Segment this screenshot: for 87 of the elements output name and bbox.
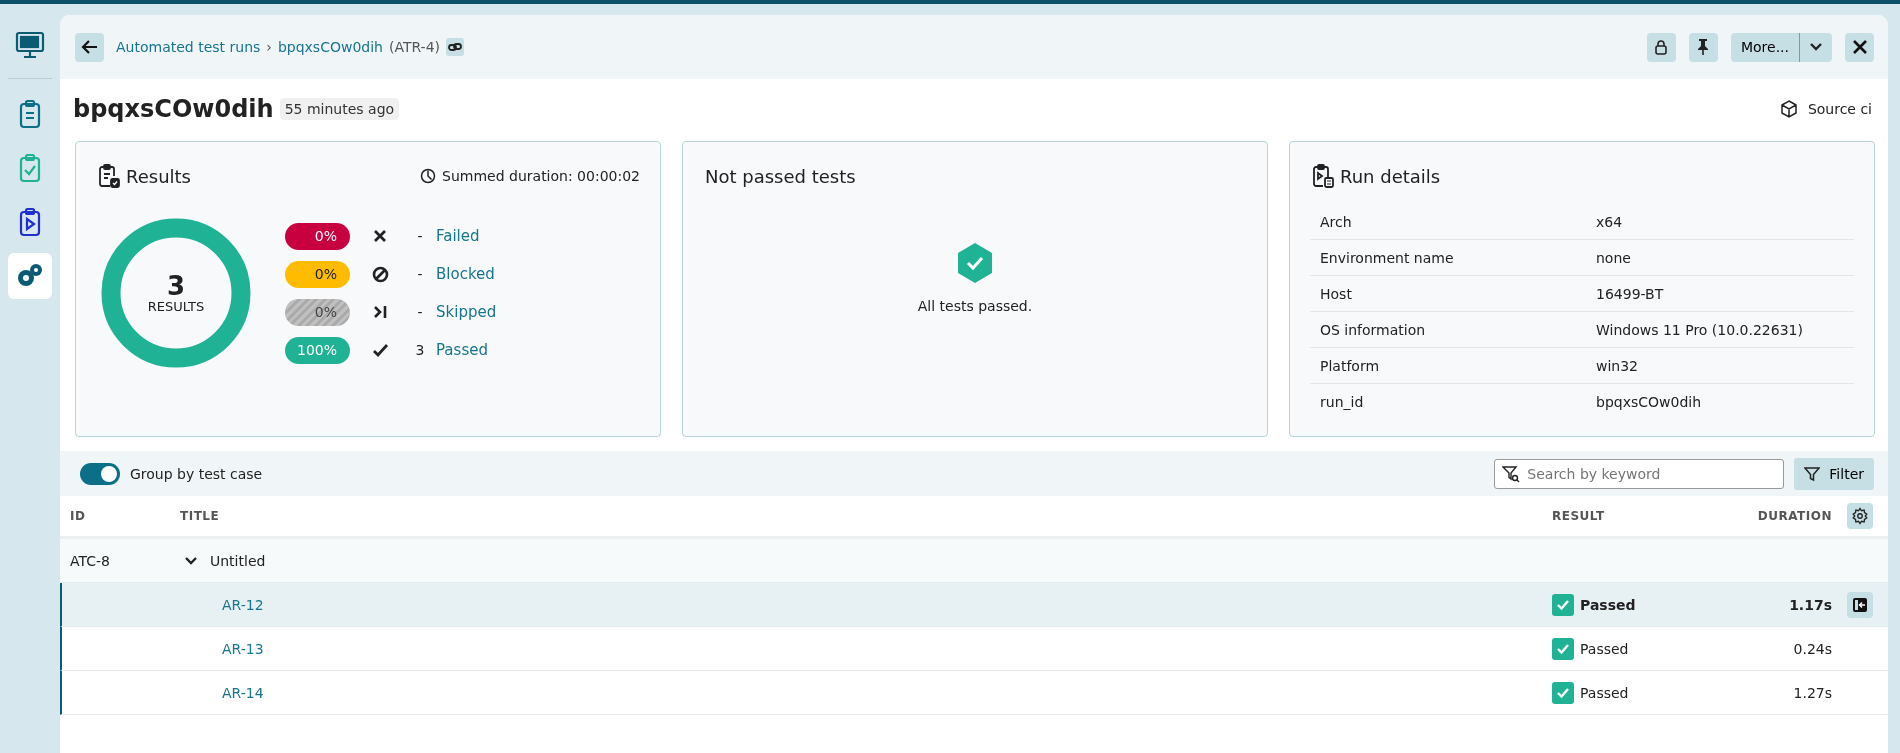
legend-count: - xyxy=(416,304,424,320)
test-link[interactable]: AR-14 xyxy=(222,684,264,701)
detail-value: Windows 11 Pro (10.0.22631) xyxy=(1596,321,1803,338)
duration-cell-text: 1.17s xyxy=(1788,596,1832,613)
close-button[interactable] xyxy=(1845,32,1874,62)
result-total-label: RESULTS xyxy=(147,298,205,314)
table-cell-text: ATC-8 xyxy=(69,552,111,569)
result-total: 3 xyxy=(166,272,186,299)
detail-value: none xyxy=(1596,249,1631,266)
legend-link[interactable]: Blocked xyxy=(436,265,495,283)
legend-link[interactable]: Passed xyxy=(436,341,488,359)
detail-key: Environment name xyxy=(1320,249,1596,266)
link-icon[interactable] xyxy=(446,38,465,56)
detail-value: 16499-BT xyxy=(1596,285,1664,302)
table-row[interactable]: AR-14 Passed 1.27s xyxy=(60,671,1888,715)
breadcrumb-link[interactable]: bpqxsCOw0dih xyxy=(277,39,383,55)
hexagon-check-icon xyxy=(956,242,994,284)
result-status: Passed xyxy=(1580,640,1629,657)
chevron-down-icon[interactable] xyxy=(184,555,198,566)
percent-badge: 100% xyxy=(285,336,350,364)
table-row[interactable]: AR-13 Passed 0.24s xyxy=(60,627,1888,671)
column-header: RESULT xyxy=(1552,509,1606,523)
settings-icon xyxy=(1851,507,1869,525)
check-icon xyxy=(371,342,389,358)
pin-icon xyxy=(1696,38,1711,56)
group-title: Untitled xyxy=(210,552,266,569)
percent-badge: 0% xyxy=(285,260,350,288)
search-field[interactable]: Search by keyword xyxy=(1494,458,1785,489)
settings-button[interactable] xyxy=(1847,503,1873,529)
legend-count: - xyxy=(416,266,424,282)
blocked-icon xyxy=(371,265,389,283)
result-status: Passed xyxy=(1580,684,1629,701)
source-label: Source ci xyxy=(1807,101,1872,117)
legend-link[interactable]: Failed xyxy=(436,227,480,245)
percent-badge: 0% xyxy=(285,222,350,250)
filter-icon xyxy=(1804,465,1821,482)
empty-message: All tests passed. xyxy=(917,298,1033,314)
percent-badge: 0% xyxy=(285,298,350,326)
skip-icon xyxy=(371,304,389,320)
card-title: Run details xyxy=(1340,165,1441,187)
breadcrumb-separator: › xyxy=(266,39,272,55)
filter-button[interactable]: Filter xyxy=(1794,457,1874,490)
clipboard-play-icon xyxy=(1312,164,1334,188)
card-title: Not passed tests xyxy=(705,165,856,187)
table-row[interactable]: AR-12 Passed 1.17s xyxy=(60,583,1888,627)
column-header: DURATION xyxy=(1756,509,1832,523)
test-link[interactable]: AR-13 xyxy=(222,640,264,657)
result-status: Passed xyxy=(1580,596,1636,613)
legend-count: 3 xyxy=(414,342,426,358)
column-header: TITLE xyxy=(180,509,221,523)
detail-key: Arch xyxy=(1320,213,1596,230)
checkbox-check-icon xyxy=(1552,593,1574,616)
column-header: ID xyxy=(69,509,87,523)
detail-key: Platform xyxy=(1320,357,1596,374)
lock-icon xyxy=(1654,39,1669,55)
toggle-label: Group by test case xyxy=(130,465,263,482)
cube-icon xyxy=(1779,100,1798,118)
detail-key: OS information xyxy=(1320,321,1596,338)
detail-value: bpqxsCOw0dih xyxy=(1596,393,1702,410)
back-arrow-icon xyxy=(80,38,99,56)
caret-icon xyxy=(1809,42,1823,52)
detail-value: x64 xyxy=(1596,213,1623,230)
detail-key: Host xyxy=(1320,285,1596,302)
lock-button[interactable] xyxy=(1646,32,1676,62)
checkbox-check-icon xyxy=(1552,681,1574,704)
duration-cell-text: 0.24s xyxy=(1792,640,1832,657)
toggle-switch[interactable] xyxy=(80,462,120,485)
summed-duration: Summed duration: 00:00:02 xyxy=(442,168,640,184)
detail-key: run_id xyxy=(1320,393,1596,410)
breadcrumb-link[interactable]: Automated test runs xyxy=(116,39,261,55)
back-button[interactable] xyxy=(75,32,104,62)
close-icon xyxy=(1851,39,1868,55)
clipboard-check-icon xyxy=(98,164,120,188)
time-badge: 55 minutes ago xyxy=(279,98,400,120)
page-title: bpqxsCOw0dih xyxy=(73,95,274,123)
card-title: Results xyxy=(126,165,191,187)
cross-icon xyxy=(372,228,388,244)
legend-count: - xyxy=(416,228,424,244)
test-link[interactable]: AR-12 xyxy=(222,596,264,613)
clock-icon xyxy=(420,168,437,184)
checkbox-check-icon xyxy=(1552,637,1574,660)
open-panel-button[interactable] xyxy=(1847,591,1873,618)
legend-link[interactable]: Skipped xyxy=(436,303,497,321)
detail-value: win32 xyxy=(1596,357,1639,374)
run-key: (ATR-4) xyxy=(388,39,441,55)
pin-button[interactable] xyxy=(1688,32,1718,62)
duration-cell-text: 1.27s xyxy=(1792,684,1832,701)
